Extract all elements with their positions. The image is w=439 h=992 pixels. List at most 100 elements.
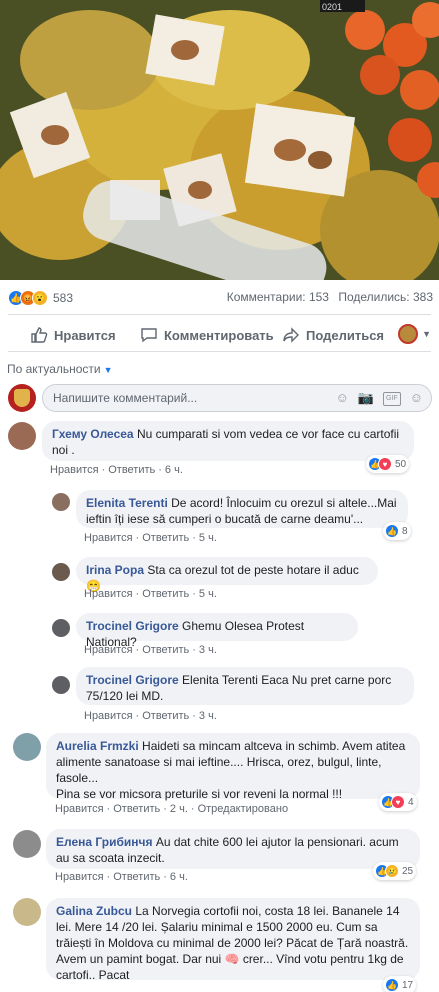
share-button[interactable]: Поделиться — [282, 326, 384, 344]
commenter-avatar[interactable] — [52, 676, 70, 694]
comment-bubble: Aurelia Frmzki Haideti sa mincam altceva… — [46, 733, 420, 801]
emoji-icon[interactable]: ☺ — [336, 390, 349, 406]
comment-time[interactable]: 6 ч. — [170, 871, 188, 883]
comment-meta: Нравится · Ответить · 6 ч. — [50, 464, 183, 476]
sad-reaction-icon: 😢 — [385, 864, 399, 878]
comment-bubble: Irina Popa Sta ca orezul tot de peste ho… — [76, 557, 378, 593]
comment-button-label: Комментировать — [164, 327, 274, 343]
commenter-avatar[interactable] — [8, 422, 36, 450]
like-reaction-icon: 👍 — [385, 978, 399, 992]
commenter-name[interactable]: Елена Грибинчя — [56, 835, 152, 849]
comment-time[interactable]: 5 ч. — [199, 532, 217, 544]
commenter-name[interactable]: Trocinel Grigore — [86, 619, 179, 633]
reaction-count: 25 — [402, 865, 414, 877]
comment-input-placeholder: Напишите комментарий... — [53, 391, 198, 405]
share-button-label: Поделиться — [306, 327, 385, 343]
commenter-avatar[interactable] — [52, 563, 70, 581]
divider — [8, 351, 431, 352]
comment-reactions[interactable]: 👍 8 — [383, 522, 411, 540]
sort-label: По актуальности — [7, 362, 101, 376]
commenter-name[interactable]: Trocinel Grigore — [86, 673, 179, 687]
reaction-count: 8 — [402, 525, 408, 537]
commenter-avatar[interactable] — [52, 619, 70, 637]
comment-reply-link[interactable]: Ответить — [108, 464, 155, 476]
comment-like-link[interactable]: Нравится — [84, 644, 133, 656]
comment-reply-link[interactable]: Ответить — [142, 532, 189, 544]
wow-reaction-icon: 😮 — [32, 290, 48, 306]
current-user-avatar — [8, 384, 36, 412]
comment-bubble: Гхему Олесеа Nu cumparati si vom vedea c… — [42, 421, 414, 461]
comment-bubble: Елена Грибинчя Au dat chite 600 lei ajut… — [46, 829, 420, 869]
commenter-name[interactable]: Aurelia Frmzki — [56, 739, 139, 753]
comment-like-link[interactable]: Нравится — [84, 588, 133, 600]
commenter-name[interactable]: Гхему Олесеа — [52, 427, 134, 441]
gif-icon[interactable]: GIF — [383, 392, 401, 406]
reactions-count: 583 — [53, 291, 74, 305]
commenter-avatar[interactable] — [13, 898, 41, 926]
share-icon — [283, 327, 299, 343]
comment-reply-link[interactable]: Ответить — [113, 803, 160, 815]
comments-count[interactable]: Комментарии: 153 — [227, 290, 329, 304]
reaction-count: 4 — [408, 796, 414, 808]
comment-bubble: Trocinel Grigore Elenita Terenti Eaca Nu… — [76, 667, 414, 705]
comment-meta: Нравится · Ответить · 3 ч. — [84, 710, 217, 722]
comment-like-link[interactable]: Нравится — [55, 803, 104, 815]
comment-reactions[interactable]: 👍 ♥ 4 — [379, 793, 417, 811]
comment-time[interactable]: 5 ч. — [199, 588, 217, 600]
commenter-avatar[interactable] — [52, 493, 70, 511]
comment-like-link[interactable]: Нравится — [55, 871, 104, 883]
commenter-name[interactable]: Galina Zubcu — [56, 904, 132, 918]
comment-time[interactable]: 2 ч. — [170, 803, 188, 815]
commenter-name[interactable]: Elenita Terenti — [86, 496, 168, 510]
reaction-count: 17 — [402, 979, 414, 991]
post-photo[interactable]: 0201 — [0, 0, 439, 280]
reaction-summary[interactable]: 👍 😡 😮 583 — [8, 290, 73, 306]
comment-meta: Нравится · Ответить · 3 ч. — [84, 644, 217, 656]
comment-bubble: Trocinel Grigore Ghemu Olesea Protest Na… — [76, 613, 358, 649]
comment-reply-link[interactable]: Ответить — [142, 588, 189, 600]
comment-button[interactable]: Комментировать — [140, 326, 274, 344]
comment-text-line2: Pina se vor micsora preturile si vor rev… — [56, 787, 343, 801]
comment-reply-link[interactable]: Ответить — [142, 710, 189, 722]
heart-reaction-icon: ♥ — [391, 795, 405, 809]
comment-like-link[interactable]: Нравится — [84, 532, 133, 544]
comment-edited-label[interactable]: Отредактировано — [198, 803, 289, 815]
comment-input[interactable]: Напишите комментарий... ☺ 📷 GIF ☺ — [42, 384, 432, 412]
comment-time[interactable]: 3 ч. — [199, 710, 217, 722]
comment-meta: Нравится · Ответить · 5 ч. — [84, 588, 217, 600]
reaction-count: 50 — [395, 458, 407, 470]
comment-like-link[interactable]: Нравится — [50, 464, 99, 476]
comment-icon — [141, 328, 157, 343]
comment-reactions[interactable]: 👍 ♥ 50 — [366, 455, 410, 473]
comment-time[interactable]: 3 ч. — [199, 644, 217, 656]
sticker-icon[interactable]: ☺ — [410, 390, 423, 406]
audience-selector[interactable]: ▼ — [398, 324, 431, 344]
heart-reaction-icon: ♥ — [378, 457, 392, 471]
like-button-label: Нравится — [54, 327, 116, 343]
thumbs-up-icon — [31, 327, 48, 343]
comment-like-link[interactable]: Нравится — [84, 710, 133, 722]
photo-corner-label: 0201 — [322, 2, 342, 12]
commenter-name[interactable]: Irina Popa — [86, 563, 144, 577]
commenter-avatar[interactable] — [13, 830, 41, 858]
comment-bubble: Elenita Terenti De acord! Înlocuim cu or… — [76, 490, 408, 528]
comment-reactions[interactable]: 👍 17 — [383, 976, 417, 992]
comment-reactions[interactable]: 👍 😢 25 — [373, 862, 417, 880]
shares-count[interactable]: Поделились: 383 — [338, 290, 433, 304]
comment-meta: Нравится · Ответить · 2 ч. · Отредактировано — [55, 803, 289, 815]
reaction-stats: 👍 😡 😮 583 Комментарии: 153 Поделились: 3… — [0, 286, 439, 310]
post-action-bar: Нравится Комментировать Поделиться ▼ — [0, 318, 439, 350]
comment-meta: Нравится · Ответить · 6 ч. — [55, 871, 188, 883]
like-button[interactable]: Нравится — [30, 326, 116, 344]
comment-time[interactable]: 6 ч. — [165, 464, 183, 476]
comment-sort-selector[interactable]: По актуальности ▼ — [7, 362, 113, 376]
chevron-down-icon: ▼ — [103, 365, 113, 375]
comment-reply-link[interactable]: Ответить — [142, 644, 189, 656]
comment-meta: Нравится · Ответить · 5 ч. — [84, 532, 217, 544]
divider — [8, 314, 431, 315]
commenter-avatar[interactable] — [13, 733, 41, 761]
comment-bubble: Galina Zubcu La Norvegia cortofii noi, c… — [46, 898, 420, 982]
chevron-down-icon: ▼ — [422, 329, 431, 339]
comment-reply-link[interactable]: Ответить — [113, 871, 160, 883]
camera-icon[interactable]: 📷 — [358, 390, 374, 406]
